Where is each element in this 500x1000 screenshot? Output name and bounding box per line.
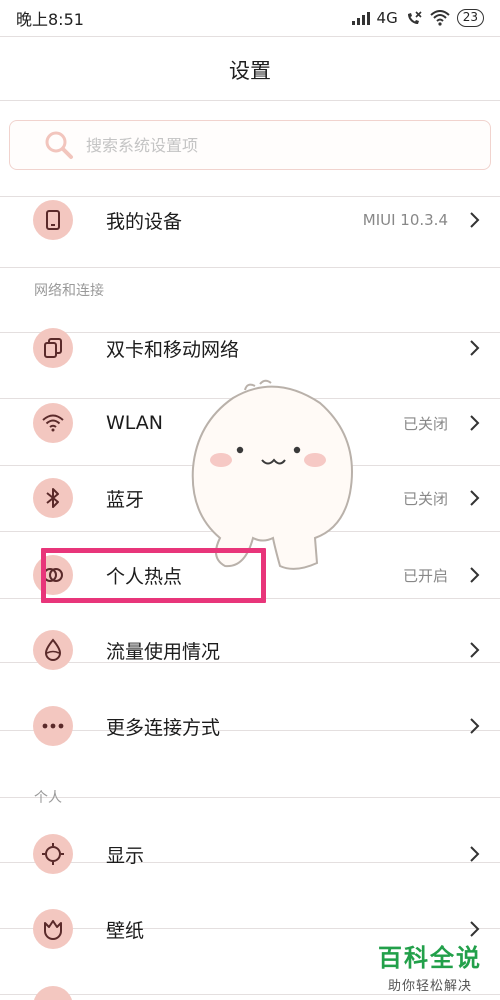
list-item-more-connections[interactable]: 更多连接方式	[0, 696, 500, 756]
theme-icon	[33, 986, 73, 1000]
network-type: 4G	[376, 9, 398, 27]
watermark: 百科全说 助你轻松解决	[374, 938, 486, 994]
search-icon	[45, 131, 73, 159]
chevron-right-icon	[470, 490, 480, 506]
status-icons: 4G 23	[351, 9, 484, 27]
list-item-label: WLAN	[106, 412, 164, 434]
list-item-label: 更多连接方式	[106, 716, 221, 739]
list-item-data-usage[interactable]: 流量使用情况	[0, 620, 500, 680]
highlight-box	[41, 548, 266, 603]
list-item-dual-sim[interactable]: 双卡和移动网络	[0, 318, 500, 378]
wallpaper-icon	[33, 909, 73, 949]
display-icon	[33, 834, 73, 874]
chevron-right-icon	[470, 567, 480, 583]
call-forward-icon	[407, 11, 422, 24]
list-item-label: 壁纸	[106, 919, 145, 942]
list-item-display[interactable]: 显示	[0, 824, 500, 884]
my-device-version: MIUI 10.3.4	[362, 211, 448, 229]
battery-indicator: 23	[456, 9, 484, 27]
data-usage-icon	[33, 630, 73, 670]
search-bar[interactable]	[9, 120, 491, 170]
page-title: 设置	[229, 59, 271, 83]
list-item-label: 双卡和移动网络	[106, 338, 240, 361]
my-device-label: 我的设备	[106, 210, 183, 233]
list-item-label: 流量使用情况	[106, 640, 221, 663]
chevron-right-icon	[470, 846, 480, 862]
chevron-right-icon	[470, 642, 480, 658]
list-item-label: 显示	[106, 844, 145, 867]
wifi-icon	[33, 403, 73, 443]
search-input[interactable]	[86, 135, 446, 155]
chevron-right-icon	[470, 415, 480, 431]
phone-icon	[33, 200, 73, 240]
chevron-right-icon	[470, 718, 480, 734]
section-network-header: 网络和连接	[34, 283, 104, 299]
bluetooth-status: 已关闭	[402, 489, 448, 508]
chevron-right-icon	[470, 921, 480, 937]
watermark-title: 百科全说	[374, 938, 486, 973]
wlan-status: 已关闭	[402, 414, 448, 433]
chevron-right-icon	[470, 212, 480, 228]
bluetooth-icon	[33, 478, 73, 518]
status-time: 晚上8:51	[16, 10, 84, 29]
chevron-right-icon	[470, 340, 480, 356]
more-icon	[33, 706, 73, 746]
hotspot-status: 已开启	[402, 566, 448, 585]
watermark-subtitle: 助你轻松解决	[387, 979, 472, 994]
signal-icon	[351, 11, 370, 25]
my-device-row[interactable]: 我的设备 MIUI 10.3.4	[0, 190, 500, 250]
status-bar: 晚上8:51 4G 23	[0, 0, 500, 36]
dual-sim-icon	[33, 328, 73, 368]
wifi-status-icon	[430, 10, 450, 26]
section-personal-header: 个人	[34, 790, 62, 806]
list-item-label: 蓝牙	[106, 488, 145, 511]
